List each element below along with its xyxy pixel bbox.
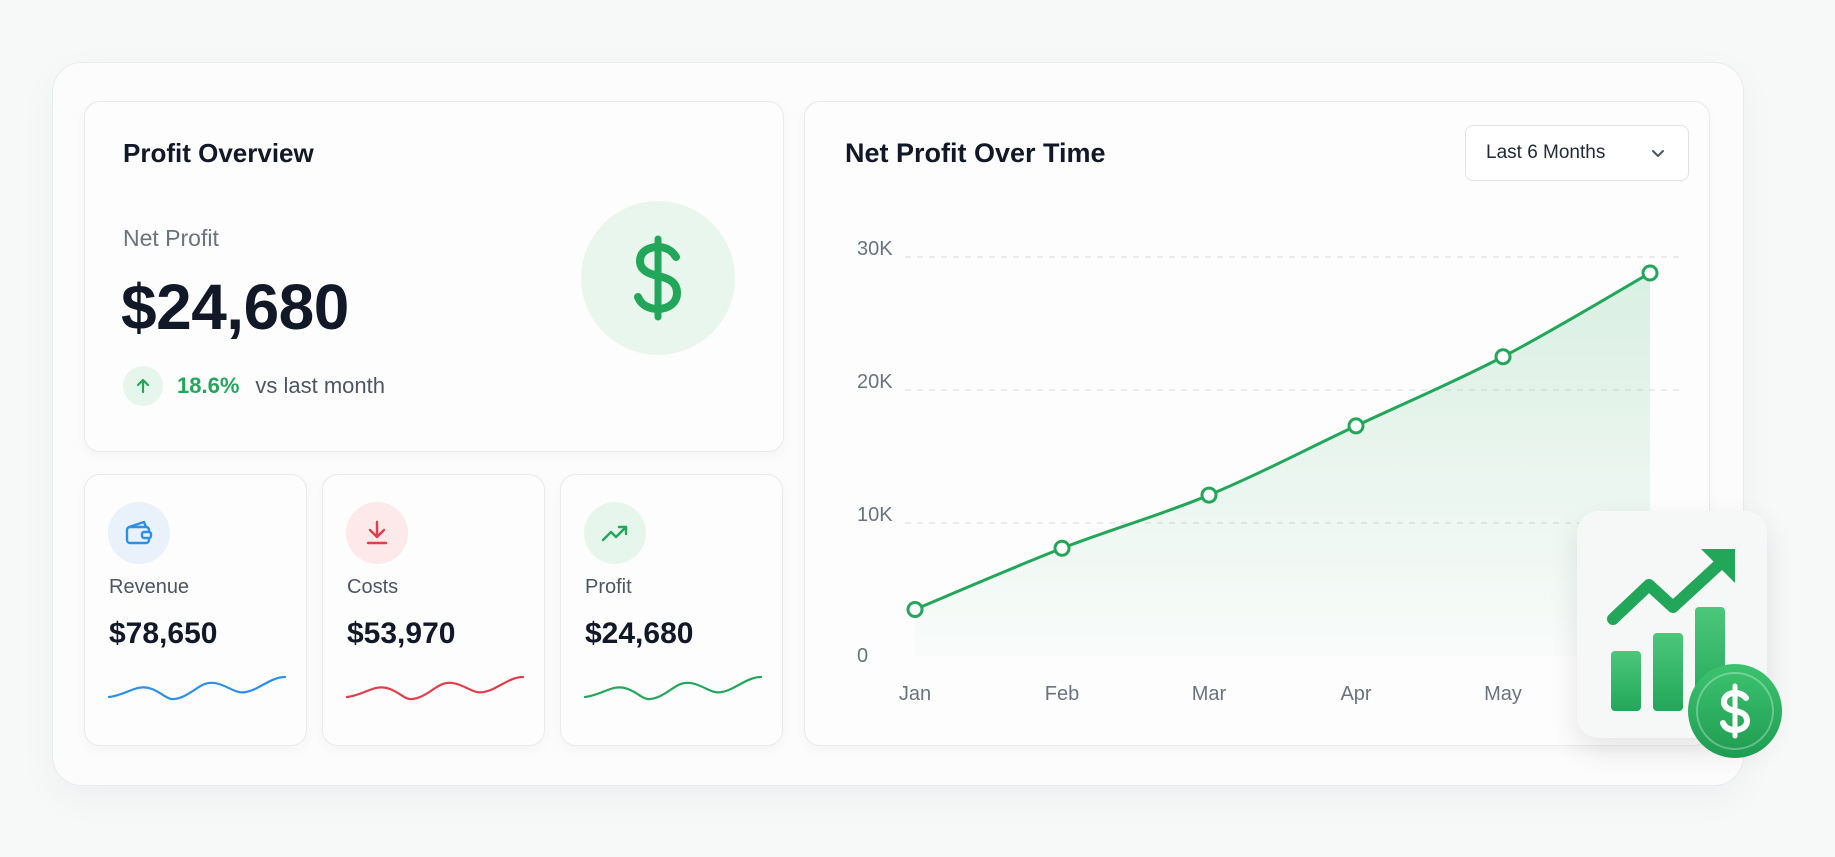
- chart-data-point[interactable]: [1200, 486, 1218, 504]
- costs-label: Costs: [347, 576, 399, 598]
- chart-data-point[interactable]: [906, 600, 924, 618]
- change-label: vs last month: [255, 373, 385, 398]
- revenue-sparkline: [107, 675, 287, 701]
- y-tick-label: 0: [857, 645, 868, 667]
- y-tick-label: 20K: [857, 371, 893, 393]
- profit-value: $24,680: [585, 617, 694, 650]
- chart-data-point[interactable]: [1053, 539, 1071, 557]
- dollar-icon: [581, 201, 735, 355]
- y-tick-label: 10K: [857, 504, 893, 526]
- revenue-label: Revenue: [109, 576, 190, 598]
- trending-up-icon: [584, 502, 646, 564]
- overview-title: Profit Overview: [123, 138, 314, 168]
- profit-card: Profit $24,680: [560, 474, 783, 746]
- change-indicator: 18.6% vs last month: [123, 366, 385, 406]
- costs-value: $53,970: [347, 617, 456, 650]
- download-arrow-icon: [346, 502, 408, 564]
- x-tick-label: May: [1484, 683, 1522, 705]
- net-profit-chart: 010K20K30KJanFebMarAprMayJun: [857, 238, 1685, 705]
- x-tick-label: Jan: [899, 683, 931, 705]
- profit-sparkline: [583, 675, 763, 701]
- costs-sparkline: [345, 675, 525, 701]
- wallet-icon: [108, 502, 170, 564]
- revenue-card: Revenue $78,650: [84, 474, 307, 746]
- chart-area-fill: [915, 272, 1650, 656]
- x-tick-label: Apr: [1340, 683, 1371, 705]
- chart-data-point[interactable]: [1641, 264, 1659, 282]
- change-percent: 18.6%: [177, 373, 240, 398]
- x-tick-label: Feb: [1045, 683, 1079, 705]
- profit-label: Profit: [585, 576, 632, 598]
- net-profit-value: $24,680: [121, 271, 349, 343]
- costs-card: Costs $53,970: [322, 474, 545, 746]
- profit-overview-card: Profit Overview Net Profit $24,680 18.6%…: [84, 101, 784, 452]
- revenue-value: $78,650: [109, 617, 218, 650]
- net-profit-chart-card: Net Profit Over Time Last 6 Months 0 10K 2…: [804, 101, 1710, 746]
- x-tick-label: Mar: [1192, 683, 1227, 705]
- chart-data-point[interactable]: [1494, 348, 1512, 366]
- net-profit-label: Net Profit: [123, 225, 219, 251]
- dollar-coin-icon: [1688, 664, 1782, 758]
- arrow-up-icon: [123, 366, 163, 406]
- chart-data-point[interactable]: [1347, 417, 1365, 435]
- y-tick-label: 30K: [857, 238, 893, 260]
